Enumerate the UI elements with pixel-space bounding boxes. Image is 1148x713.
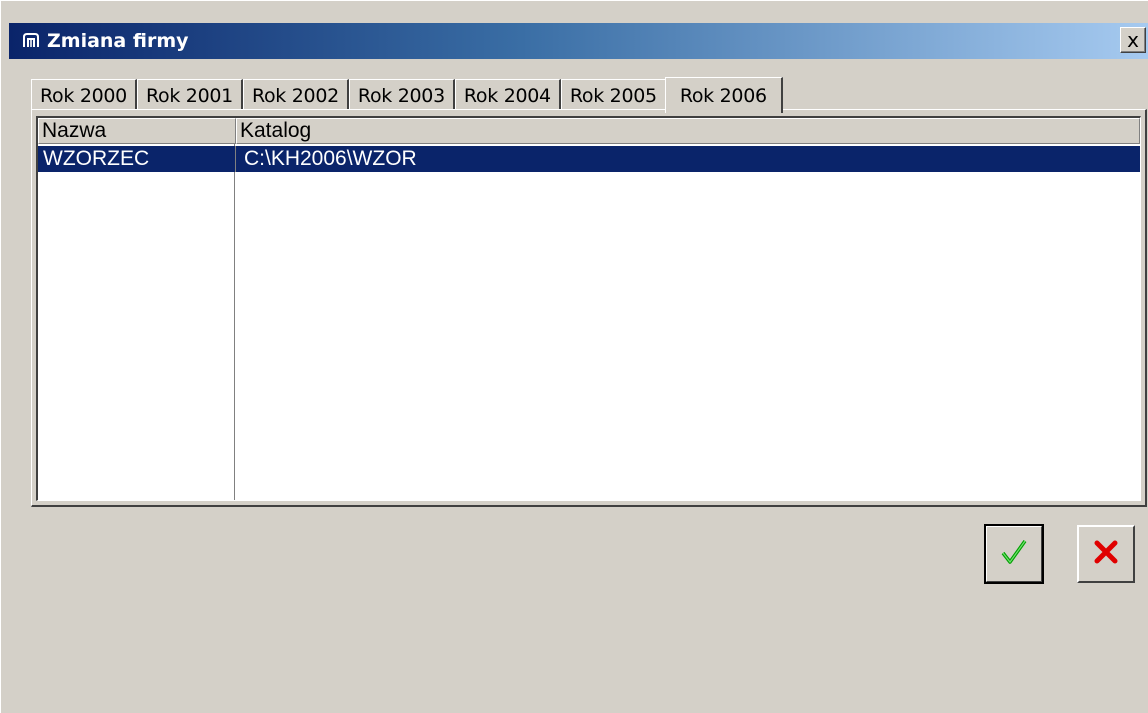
tab-rok-2004[interactable]: Rok 2004 [454, 79, 561, 111]
company-list[interactable]: Nazwa Katalog WZORZEC C:\KH2006\WZOR [36, 116, 1141, 501]
tab-rok-2002[interactable]: Rok 2002 [242, 79, 349, 111]
checkmark-icon [999, 537, 1029, 572]
window-title: Zmiana firmy [47, 30, 189, 52]
tab-panel: Nazwa Katalog WZORZEC C:\KH2006\WZOR [31, 109, 1147, 507]
tab-rok-2000[interactable]: Rok 2000 [31, 79, 137, 111]
tab-rok-2003[interactable]: Rok 2003 [348, 79, 455, 111]
column-header-nazwa[interactable]: Nazwa [38, 118, 236, 144]
cancel-button[interactable] [1077, 525, 1135, 583]
close-button[interactable]: x [1120, 27, 1146, 53]
tab-rok-2001[interactable]: Rok 2001 [136, 79, 243, 111]
title-bar[interactable]: Zmiana firmy x [9, 23, 1148, 59]
tab-rok-2006[interactable]: Rok 2006 [664, 77, 783, 113]
list-item[interactable]: WZORZEC C:\KH2006\WZOR [38, 146, 1140, 172]
app-logo-icon [19, 30, 43, 52]
dialog-window: Zmiana firmy x Rok 2000 Rok 2001 Rok 200… [0, 0, 1148, 713]
year-tabs: Rok 2000 Rok 2001 Rok 2002 Rok 2003 Rok … [31, 75, 783, 113]
cell-nazwa: WZORZEC [43, 147, 150, 170]
list-header: Nazwa Katalog [38, 118, 1140, 144]
close-icon: x [1127, 28, 1139, 52]
cross-icon [1092, 538, 1120, 571]
column-header-katalog[interactable]: Katalog [236, 118, 1140, 144]
ok-button[interactable] [984, 524, 1044, 584]
tab-rok-2005[interactable]: Rok 2005 [560, 79, 667, 111]
cell-katalog: C:\KH2006\WZOR [235, 146, 1140, 172]
column-divider [234, 144, 235, 500]
